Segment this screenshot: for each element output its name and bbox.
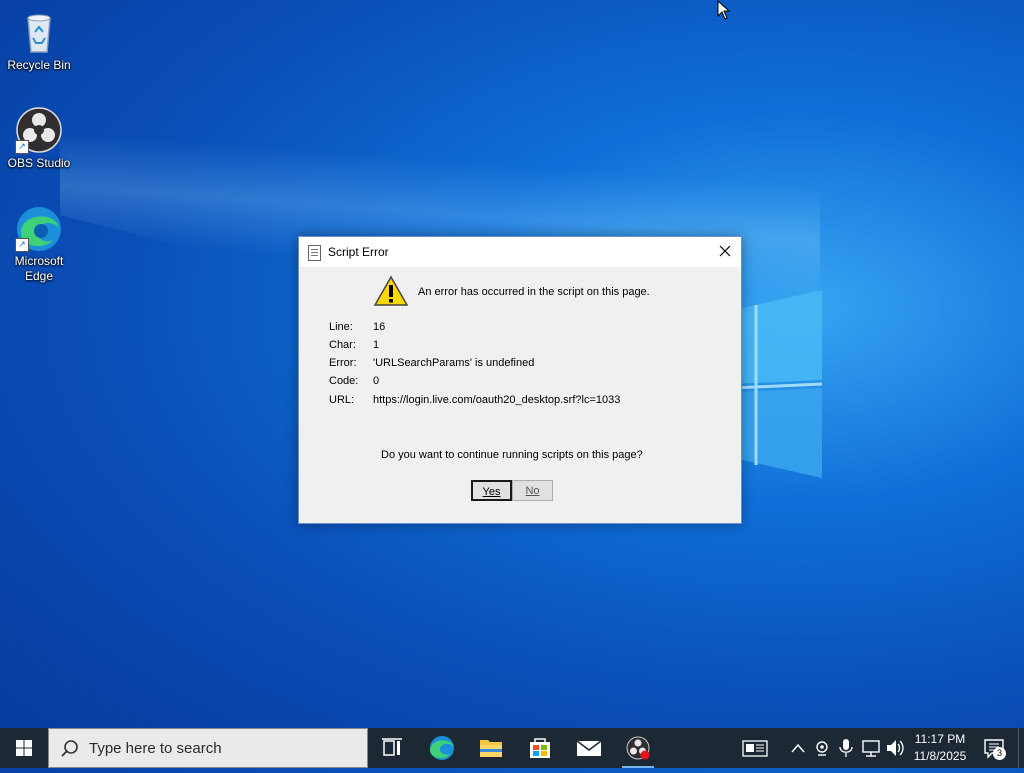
obs-studio-icon: ↗ (15, 106, 63, 154)
task-view-icon (382, 738, 402, 756)
taskbar-store[interactable] (516, 728, 564, 768)
webcam-icon[interactable] (812, 728, 832, 768)
detail-key: Char: (329, 339, 356, 351)
desktop-icon-obs-studio[interactable]: ↗ OBS Studio (1, 106, 77, 171)
news-widget-icon[interactable] (740, 728, 770, 768)
yes-button[interactable]: Yes (471, 480, 512, 501)
show-desktop-divider[interactable] (1018, 728, 1019, 768)
notification-badge: 3 (993, 747, 1006, 760)
start-button[interactable] (0, 728, 48, 768)
obs-studio-icon (626, 736, 650, 760)
taskbar-obs-studio[interactable] (614, 728, 662, 768)
detail-key: Error: (329, 357, 357, 369)
detail-key: Code: (329, 375, 359, 387)
windows-start-icon (16, 740, 32, 756)
detail-key: URL: (329, 394, 355, 406)
desktop-icon-recycle-bin[interactable]: Recycle Bin (1, 8, 77, 73)
detail-value: https://login.live.com/oauth20_desktop.s… (373, 394, 621, 406)
continue-question: Do you want to continue running scripts … (381, 449, 643, 461)
taskbar-clock[interactable]: 11:17 PM 11/8/2025 (905, 731, 975, 765)
close-button[interactable] (717, 243, 733, 259)
taskbar-search-box[interactable]: Type here to search (48, 728, 368, 768)
taskbar-mail[interactable] (565, 728, 613, 768)
desktop-icon-label: OBS Studio (7, 156, 71, 170)
detail-value: 0 (373, 375, 380, 387)
edge-icon (430, 736, 454, 760)
warning-icon (374, 275, 408, 306)
task-view-button[interactable] (368, 728, 416, 768)
edge-icon: ↗ (15, 204, 63, 252)
clock-time: 11:17 PM (914, 732, 966, 746)
desktop-icon-label: Microsoft Edge (14, 254, 64, 283)
detail-key: Line: (329, 321, 353, 333)
search-icon (61, 740, 78, 757)
recycle-bin-icon (15, 8, 63, 56)
shortcut-arrow-icon: ↗ (15, 238, 29, 252)
volume-icon[interactable] (884, 728, 906, 768)
clock-date: 11/8/2025 (913, 749, 967, 763)
taskbar: Type here to search 11:17 PM 11/8/2025 3 (0, 728, 1024, 768)
dialog-title: Script Error (328, 245, 389, 259)
taskbar-file-explorer[interactable] (467, 728, 515, 768)
error-message: An error has occurred in the script on t… (418, 286, 650, 298)
microphone-icon[interactable] (836, 728, 856, 768)
store-icon (530, 738, 550, 758)
detail-value: 16 (373, 321, 386, 333)
chevron-up-icon[interactable] (788, 728, 808, 768)
close-icon (719, 245, 731, 257)
desktop-icon-microsoft-edge[interactable]: ↗ Microsoft Edge (1, 204, 77, 284)
script-error-dialog: Script Error An error has occurred in th… (298, 236, 742, 524)
desktop-icon-label: Recycle Bin (7, 58, 71, 72)
network-icon[interactable] (860, 728, 882, 768)
detail-value: 'URLSearchParams' is undefined (373, 357, 535, 369)
dialog-titlebar[interactable]: Script Error (299, 237, 741, 267)
mail-icon (576, 740, 602, 756)
mouse-cursor-icon (717, 0, 731, 20)
shortcut-arrow-icon: ↗ (15, 140, 29, 154)
search-placeholder: Type here to search (89, 740, 222, 757)
taskbar-edge[interactable] (418, 728, 466, 768)
detail-value: 1 (373, 339, 380, 351)
folder-icon (480, 740, 502, 757)
no-button[interactable]: No (512, 480, 553, 501)
document-icon (308, 245, 321, 261)
